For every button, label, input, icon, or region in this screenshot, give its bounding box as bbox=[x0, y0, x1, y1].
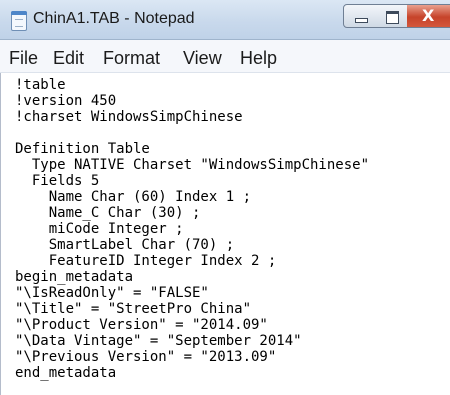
text-line: end_metadata bbox=[15, 365, 117, 381]
menu-file[interactable]: File bbox=[9, 48, 38, 69]
close-button[interactable]: X bbox=[407, 4, 450, 28]
text-line: SmartLabel Char (70) ; bbox=[15, 237, 235, 253]
notepad-icon bbox=[11, 11, 27, 31]
text-line: miCode Integer ; bbox=[15, 221, 184, 237]
text-line: Type NATIVE Charset "WindowsSimpChinese" bbox=[15, 157, 370, 173]
text-editor[interactable]: !table !version 450 !charset WindowsSimp… bbox=[0, 73, 450, 395]
menu-view[interactable]: View bbox=[183, 48, 222, 69]
menu-format[interactable]: Format bbox=[103, 48, 160, 69]
minimize-button[interactable] bbox=[343, 4, 377, 28]
minimize-icon bbox=[355, 18, 368, 23]
close-icon: X bbox=[422, 6, 435, 25]
maximize-button[interactable] bbox=[376, 4, 408, 28]
text-line: "\IsReadOnly" = "FALSE" bbox=[15, 285, 209, 301]
text-line: "\Title" = "StreetPro China" bbox=[15, 301, 252, 317]
text-line: Name Char (60) Index 1 ; bbox=[15, 189, 252, 205]
menu-bar: File Edit Format View Help bbox=[0, 40, 450, 73]
text-line: Fields 5 bbox=[15, 173, 100, 189]
window-title: ChinA1.TAB - Notepad bbox=[33, 10, 195, 27]
title-bar[interactable]: ChinA1.TAB - Notepad X bbox=[0, 0, 450, 40]
text-line: !table bbox=[15, 77, 66, 93]
text-line: !charset WindowsSimpChinese bbox=[15, 109, 243, 125]
text-line: Name_C Char (30) ; bbox=[15, 205, 201, 221]
text-line: !version 450 bbox=[15, 93, 117, 109]
text-line: begin_metadata bbox=[15, 269, 134, 285]
menu-help[interactable]: Help bbox=[240, 48, 277, 69]
menu-edit[interactable]: Edit bbox=[53, 48, 84, 69]
text-line: FeatureID Integer Index 2 ; bbox=[15, 253, 277, 269]
text-line: "\Product Version" = "2014.09" bbox=[15, 317, 268, 333]
text-line: "\Previous Version" = "2013.09" bbox=[15, 349, 277, 365]
maximize-icon bbox=[386, 11, 399, 24]
text-line: Definition Table bbox=[15, 141, 150, 157]
text-line: "\Data Vintage" = "September 2014" bbox=[15, 333, 302, 349]
